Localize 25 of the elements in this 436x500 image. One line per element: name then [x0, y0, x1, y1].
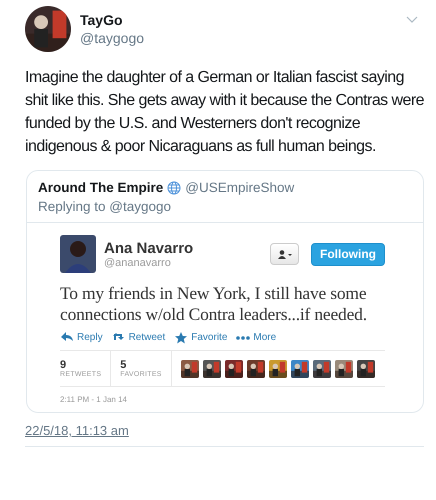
globe-icon — [167, 180, 182, 194]
quote-author-name: Around The Empire — [38, 180, 164, 195]
stat-count: 9 — [60, 359, 68, 371]
quote-card[interactable] — [26, 170, 424, 413]
star-icon — [174, 331, 188, 344]
following-button[interactable]: Following — [311, 242, 385, 266]
reply-icon — [60, 331, 74, 344]
avatar-icon — [60, 235, 96, 273]
timestamp-link[interactable]: 22/5/18, 11:13 am — [25, 423, 129, 438]
tweet-action-link[interactable]: Reply — [60, 331, 103, 344]
quote-author-handle: @USEmpireShow — [185, 180, 294, 195]
stat-count: 5 — [120, 359, 128, 371]
tweet-action-link[interactable]: More — [236, 331, 276, 344]
tweet-action-link[interactable]: Favorite — [174, 331, 228, 344]
tweet-action-link[interactable]: Retweet — [112, 331, 166, 344]
embedded-author-handle: @ananavarro — [104, 256, 172, 268]
user-icon — [278, 250, 292, 258]
embedded-timestamp: 2:11 PM - 1 Jan 14 — [60, 395, 128, 404]
embedded-author-name: Ana Navarro — [104, 240, 194, 256]
author-handle[interactable]: @taygogo — [80, 30, 397, 46]
user-menu-button[interactable] — [270, 243, 299, 265]
author-name[interactable]: TayGo — [80, 12, 397, 28]
embedded-tweet-text: To my friends in New York, I still have some connections w/old Contra leaders...if needed. — [60, 283, 368, 325]
replying-to-text: Replying to @taygogo — [38, 199, 172, 214]
tweet-text: Imagine the daughter of a German or Italian fascist saying shit like this. She gets away with it because the Contras were funded by the U.S. and Westerners don't recognize indigenous & poor Nicaraguans as full human beings. — [25, 68, 424, 157]
